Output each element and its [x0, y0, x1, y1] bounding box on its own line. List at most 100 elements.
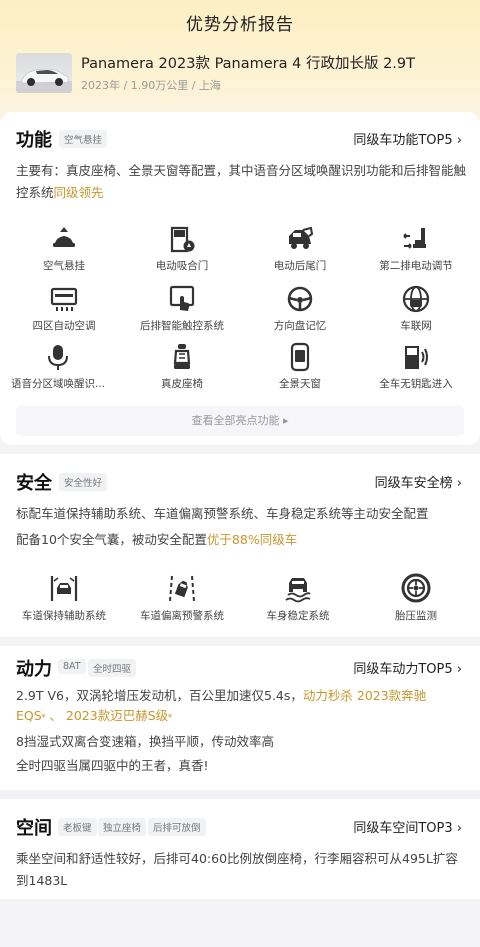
compare-model-link[interactable]: 2023款迈巴赫S级ᵠ — [66, 708, 172, 723]
chevron-right-icon: › — [456, 662, 462, 677]
safety-section: 安全 安全性好 同级车安全榜 › 标配车道保持辅助系统、车道偏离预警系统、车身稳… — [0, 454, 480, 637]
feature-lane-departure[interactable]: 车道偏离预警系统 — [122, 572, 242, 623]
power-line1: 2.9T V6，双涡轮增压发动机，百公里加速仅5.4s，动力秒杀 2023款奔驰 — [16, 686, 466, 706]
feature-climate-control[interactable]: 四区自动空调 — [6, 284, 122, 333]
chevron-right-icon: › — [456, 476, 462, 491]
function-tag: 空气悬挂 — [59, 130, 108, 148]
feature-label: 空气悬挂 — [43, 260, 85, 272]
power-line1-text: 2.9T V6，双涡轮增压发动机，百公里加速仅5.4s， — [16, 688, 303, 703]
feature-label: 全车无钥匙进入 — [379, 378, 453, 390]
connected-car-icon — [402, 285, 430, 313]
feature-label: 四区自动空调 — [32, 320, 96, 332]
space-section: 空间 老板键 独立座椅 后排可放倒 同级车空间TOP3 › 乘坐空间和舒适性较好… — [0, 799, 480, 899]
lane-departure-icon — [169, 575, 195, 602]
function-desc-highlight: 同级领先 — [53, 185, 104, 200]
feature-label: 车身稳定系统 — [266, 610, 330, 622]
space-link-label: 同级车空间TOP3 — [353, 821, 453, 836]
feature-panoramic-roof[interactable]: 全景天窗 — [242, 342, 358, 391]
tire-pressure-icon — [401, 573, 431, 603]
feature-label: 车联网 — [400, 320, 432, 332]
feature-stability-control[interactable]: 车身稳定系统 — [238, 572, 358, 623]
safety-desc-line2: 配备10个安全气囊，被动安全配置优于88%同级车 — [16, 529, 466, 551]
feature-label: 车道保持辅助系统 — [22, 610, 106, 622]
section-title-space: 空间 — [16, 818, 52, 839]
view-all-label: 查看全部亮点功能 — [191, 414, 280, 427]
compare-model-link[interactable]: EQSᵠ — [16, 708, 45, 723]
climate-control-icon — [50, 287, 78, 311]
safety-desc-line1: 标配车道保持辅助系统、车道偏离预警系统、车身稳定系统等主动安全配置 — [16, 506, 429, 521]
power-tag: 8AT — [58, 659, 86, 674]
feature-voice-wakeup[interactable]: 语音分区域唤醒识... — [0, 342, 116, 391]
chevron-right-icon: › — [456, 821, 462, 836]
keyless-entry-icon — [405, 346, 428, 369]
space-description: 乘坐空间和舒适性较好，后排可40:60比例放倒座椅，行李厢容积可从495L扩容到… — [16, 851, 458, 888]
feature-leather-seat[interactable]: 真皮座椅 — [124, 342, 240, 391]
power-link-label: 同级车动力TOP5 — [353, 662, 453, 677]
feature-label: 语音分区域唤醒识... — [10, 378, 105, 390]
bottom-spacer — [0, 905, 480, 947]
feature-power-seat[interactable]: 第二排电动调节 — [358, 224, 474, 273]
car-name: Panamera 2023款 Panamera 4 行政加长版 2.9T — [81, 56, 415, 72]
view-all-features-button[interactable]: 查看全部亮点功能 ▸ — [16, 406, 464, 436]
feature-label: 真皮座椅 — [161, 378, 203, 390]
compare-model-name: EQS — [16, 708, 42, 723]
feature-keyless-entry[interactable]: 全车无钥匙进入 — [358, 342, 474, 391]
feature-connected-car[interactable]: 车联网 — [358, 284, 474, 333]
leather-seat-icon — [173, 344, 191, 369]
feature-label: 第二排电动调节 — [379, 260, 453, 272]
section-title-function: 功能 — [16, 130, 52, 151]
car-thumbnail[interactable] — [16, 53, 72, 93]
page-title: 优势分析报告 — [186, 15, 294, 35]
space-tag: 独立座椅 — [98, 818, 147, 836]
search-icon: ᵠ — [168, 713, 172, 723]
feature-touch-panel[interactable]: 后排智能触控系统 — [124, 284, 240, 333]
power-compare-models: EQSᵠ 、 2023款迈巴赫S级ᵠ — [16, 706, 466, 728]
feature-label: 方向盘记忆 — [273, 320, 327, 332]
car-photo-icon — [16, 68, 72, 93]
feature-lane-keep[interactable]: 车道保持辅助系统 — [4, 572, 124, 623]
safety-tag: 安全性好 — [59, 473, 108, 491]
car-meta: 2023年 / 1.90万公里 / 上海 — [81, 79, 221, 92]
feature-label: 后排智能触控系统 — [140, 320, 224, 332]
section-title-safety: 安全 — [16, 473, 52, 494]
feature-label: 电动后尾门 — [273, 260, 327, 272]
microphone-icon — [48, 345, 68, 370]
safety-desc-text: 配备10个安全气囊，被动安全配置 — [16, 532, 207, 547]
feature-soft-close-door[interactable]: 电动吸合门 — [124, 224, 240, 273]
power-line3: 全时四驱当属四驱中的王者，真香! — [16, 758, 209, 773]
lane-keep-icon — [50, 576, 78, 601]
power-description: 2.9T V6，双涡轮增压发动机，百公里加速仅5.4s，动力秒杀 2023款奔驰… — [16, 686, 466, 776]
space-tag: 老板键 — [58, 818, 97, 836]
triangle-right-icon: ▸ — [282, 414, 289, 427]
stability-control-icon — [285, 578, 311, 603]
function-description: 主要有：真皮座椅、全景天窗等配置，其中语音分区域唤醒识别功能和后排智能触控系统同… — [16, 160, 466, 204]
feature-air-suspension[interactable]: 空气悬挂 — [6, 224, 122, 273]
touch-panel-icon — [169, 285, 195, 311]
feature-label: 胎压监测 — [395, 610, 437, 622]
safety-rank-link[interactable]: 同级车安全榜 › — [375, 472, 462, 491]
safety-description: 标配车道保持辅助系统、车道偏离预警系统、车身稳定系统等主动安全配置 配备10个安… — [16, 503, 466, 551]
section-title-power: 动力 — [16, 659, 52, 680]
function-top5-link[interactable]: 同级车功能TOP5 › — [353, 129, 462, 148]
power-seat-icon — [403, 228, 426, 249]
function-section: 功能 空气悬挂 同级车功能TOP5 › 主要有：真皮座椅、全景天窗等配置，其中语… — [0, 112, 480, 445]
air-suspension-icon — [53, 227, 75, 247]
power-tailgate-icon — [289, 226, 314, 249]
car-year: 2023年 — [81, 79, 120, 92]
soft-close-door-icon — [170, 226, 195, 253]
feature-tire-pressure[interactable]: 胎压监测 — [356, 572, 476, 623]
power-line1-highlight: 动力秒杀 2023款奔驰 — [302, 688, 427, 703]
power-section: 动力 8AT 全时四驱 同级车动力TOP5 › 2.9T V6，双涡轮增压发动机… — [0, 646, 480, 790]
feature-power-tailgate[interactable]: 电动后尾门 — [242, 224, 358, 273]
feature-steering-memory[interactable]: 方向盘记忆 — [242, 284, 358, 333]
feature-label: 全景天窗 — [279, 378, 321, 390]
panoramic-roof-icon — [290, 342, 310, 372]
search-icon: ᵠ — [41, 713, 46, 723]
feature-label: 车道偏离预警系统 — [140, 610, 224, 622]
function-link-label: 同级车功能TOP5 — [353, 133, 453, 148]
car-city: 上海 — [198, 79, 221, 92]
car-mileage: 1.90万公里 — [130, 79, 189, 92]
space-top3-link[interactable]: 同级车空间TOP3 › — [353, 817, 462, 836]
steering-wheel-icon — [287, 286, 313, 312]
power-top5-link[interactable]: 同级车动力TOP5 › — [353, 658, 462, 677]
